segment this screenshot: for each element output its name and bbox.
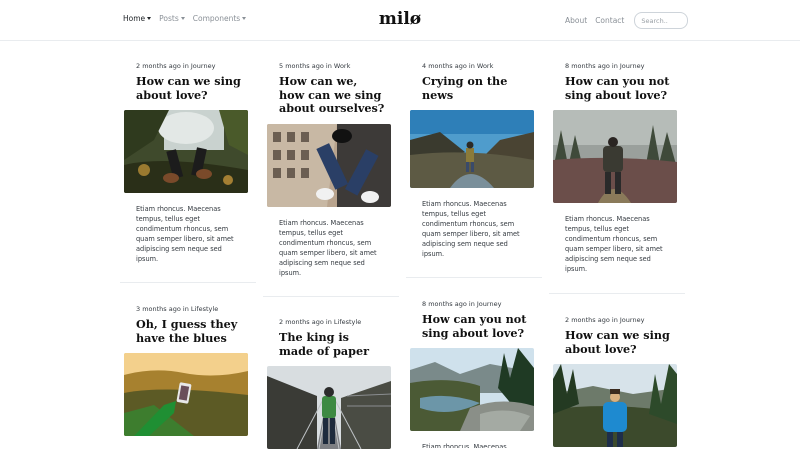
post-meta: 8 months ago in Journey xyxy=(422,300,502,308)
post-excerpt: Etiam rhoncus. Maecenas tempus, tellus e… xyxy=(565,215,663,273)
post-meta: 2 months ago in Journey xyxy=(565,316,645,324)
nav-about-link[interactable]: About xyxy=(565,16,587,25)
lake-valley-image[interactable] xyxy=(410,348,534,431)
nav-posts-dropdown[interactable]: Posts xyxy=(159,14,185,23)
post-title[interactable]: Crying on the news xyxy=(410,74,534,102)
post-meta: 4 months ago in Work xyxy=(422,62,494,70)
nav-components-dropdown[interactable]: Components xyxy=(192,14,247,23)
chevron-down-icon xyxy=(147,17,152,20)
feet-leaves-image[interactable] xyxy=(124,110,248,193)
nav-components-label: Components xyxy=(192,14,241,23)
card-divider xyxy=(549,293,685,294)
post-title[interactable]: How can we, how can we sing about oursel… xyxy=(267,74,391,116)
navbar: Home Posts Components milø About Contact xyxy=(0,0,800,41)
nav-contact-link[interactable]: Contact xyxy=(595,16,624,25)
post-excerpt-peek: Etiam rhoncus. Maecenas xyxy=(422,443,507,448)
post-title[interactable]: How can you not sing about love? xyxy=(553,74,677,102)
search-input[interactable] xyxy=(634,12,689,29)
post-meta: 5 months ago in Work xyxy=(279,62,351,70)
feet-building-image[interactable] xyxy=(267,123,391,207)
post-card[interactable]: 2 months ago in Journey How can we sing … xyxy=(553,316,677,447)
railway-image[interactable] xyxy=(267,366,391,449)
brand-logo[interactable]: milø xyxy=(379,9,421,29)
hiker-blue-jacket-image[interactable] xyxy=(553,364,677,447)
secondary-nav: About Contact xyxy=(565,12,800,29)
card-divider xyxy=(120,282,256,283)
post-card[interactable]: 8 months ago in Journey How can you not … xyxy=(410,300,534,448)
post-card[interactable]: 3 months ago in Lifestyle Oh, I guess th… xyxy=(124,305,248,436)
post-title[interactable]: How can we sing about love? xyxy=(124,74,248,102)
nav-home-label: Home xyxy=(123,14,146,23)
post-excerpt: Etiam rhoncus. Maecenas tempus, tellus e… xyxy=(136,205,234,263)
chevron-down-icon xyxy=(180,17,185,20)
post-meta: 2 months ago in Journey xyxy=(136,62,216,70)
post-meta: 3 months ago in Lifestyle xyxy=(136,305,219,313)
hand-phone-image[interactable] xyxy=(124,353,248,436)
nav-home-dropdown[interactable]: Home xyxy=(123,14,152,23)
post-meta: 2 months ago in Lifestyle xyxy=(279,318,362,326)
post-title[interactable]: Oh, I guess they have the blues xyxy=(124,317,248,345)
nav-posts-label: Posts xyxy=(159,14,179,23)
mountain-valley-image[interactable] xyxy=(410,110,534,188)
post-excerpt: Etiam rhoncus. Maecenas tempus, tellus e… xyxy=(422,200,520,258)
post-meta: 8 months ago in Journey xyxy=(565,62,645,70)
post-title[interactable]: How can you not sing about love? xyxy=(410,312,534,340)
chevron-down-icon xyxy=(242,17,247,20)
card-divider xyxy=(263,296,399,297)
post-card[interactable]: 8 months ago in Journey How can you not … xyxy=(553,62,677,274)
post-card[interactable]: 4 months ago in Work Crying on the news … xyxy=(410,62,534,259)
primary-nav: Home Posts Components xyxy=(123,14,247,23)
post-card[interactable]: 2 months ago in Lifestyle The king is ma… xyxy=(267,318,391,449)
post-card[interactable]: 2 months ago in Journey How can we sing … xyxy=(124,62,248,264)
post-title[interactable]: The king is made of paper xyxy=(267,330,391,358)
hiker-forest-image[interactable] xyxy=(553,110,677,203)
card-divider xyxy=(406,277,542,278)
post-excerpt: Etiam rhoncus. Maecenas tempus, tellus e… xyxy=(279,218,377,277)
post-card[interactable]: 5 months ago in Work How can we, how can… xyxy=(267,62,391,278)
post-title[interactable]: How can we sing about love? xyxy=(553,328,677,356)
